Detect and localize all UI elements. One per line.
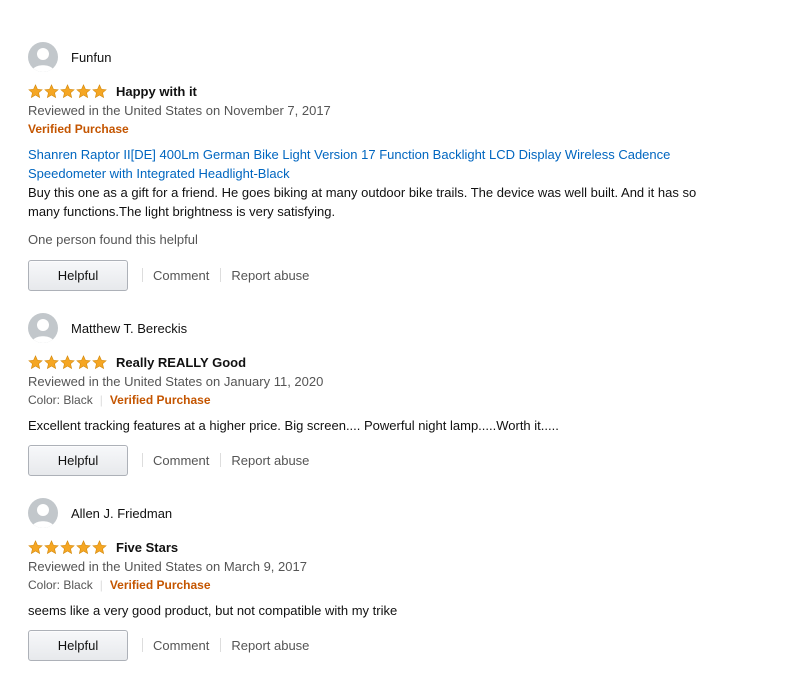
helpful-button[interactable]: Helpful [28, 259, 128, 291]
star-filled-icon [44, 83, 59, 99]
star-filled-icon [92, 354, 107, 370]
helpful-button[interactable]: Helpful [28, 629, 128, 661]
review-title[interactable]: Five Stars [116, 540, 178, 555]
product-link[interactable]: Shanren Raptor II[DE] 400Lm German Bike … [28, 145, 688, 183]
comment-link[interactable]: Comment [153, 268, 209, 283]
star-filled-icon [76, 539, 91, 555]
divider [142, 268, 143, 282]
review-title[interactable]: Really REALLY Good [116, 355, 246, 370]
star-filled-icon [92, 539, 107, 555]
review-date: Reviewed in the United States on March 9… [28, 559, 307, 574]
avatar-icon [28, 42, 58, 72]
star-filled-icon [28, 354, 43, 370]
star-filled-icon [76, 83, 91, 99]
star-filled-icon [44, 539, 59, 555]
star-rating[interactable] [28, 83, 107, 99]
product-variant[interactable]: Color: Black [28, 578, 93, 592]
review-3: Allen J. Friedman Five Stars Reviewed in… [28, 497, 728, 661]
star-rating[interactable] [28, 539, 107, 555]
verified-purchase-badge: Verified Purchase [109, 393, 211, 407]
star-filled-icon [60, 354, 75, 370]
avatar-icon [28, 498, 58, 528]
avatar-icon [28, 313, 58, 343]
verified-purchase-badge: Verified Purchase [109, 578, 211, 592]
star-filled-icon [44, 354, 59, 370]
review-body: Buy this one as a gift for a friend. He … [28, 185, 697, 219]
review-body: Excellent tracking features at a higher … [28, 418, 559, 433]
divider [220, 453, 222, 467]
review-body: seems like a very good product, but not … [28, 603, 398, 618]
star-filled-icon [92, 83, 107, 99]
product-variant[interactable]: Color: Black [28, 393, 93, 407]
review-1: Funfun Happy with it Reviewed in the Uni… [28, 41, 728, 291]
report-abuse-link[interactable]: Report abuse [231, 268, 309, 283]
reviewer-name: Allen J. Friedman [71, 505, 173, 521]
review-date: Reviewed in the United States on January… [28, 374, 324, 389]
comment-link[interactable]: Comment [153, 453, 209, 468]
reviewer-profile[interactable]: Matthew T. Bereckis [28, 312, 728, 344]
meta-separator: | [99, 578, 103, 592]
reviewer-name: Matthew T. Bereckis [71, 320, 188, 336]
reviewer-name: Funfun [71, 49, 112, 65]
divider [142, 453, 143, 467]
helpful-count: One person found this helpful [28, 232, 198, 247]
divider [220, 268, 222, 282]
star-filled-icon [60, 83, 75, 99]
report-abuse-link[interactable]: Report abuse [231, 453, 309, 468]
reviewer-profile[interactable]: Allen J. Friedman [28, 497, 728, 529]
star-filled-icon [28, 539, 43, 555]
star-rating[interactable] [28, 354, 107, 370]
review-2: Matthew T. Bereckis Really REALLY Good R… [28, 312, 728, 476]
review-date: Reviewed in the United States on Novembe… [28, 103, 331, 118]
star-filled-icon [60, 539, 75, 555]
star-filled-icon [76, 354, 91, 370]
comment-link[interactable]: Comment [153, 638, 209, 653]
report-abuse-link[interactable]: Report abuse [231, 638, 309, 653]
meta-separator: | [99, 393, 103, 407]
star-filled-icon [28, 83, 43, 99]
divider [220, 638, 222, 652]
reviewer-profile[interactable]: Funfun [28, 41, 728, 73]
helpful-button[interactable]: Helpful [28, 444, 128, 476]
verified-purchase-badge: Verified Purchase [28, 122, 129, 136]
review-title[interactable]: Happy with it [116, 84, 197, 99]
divider [142, 638, 143, 652]
